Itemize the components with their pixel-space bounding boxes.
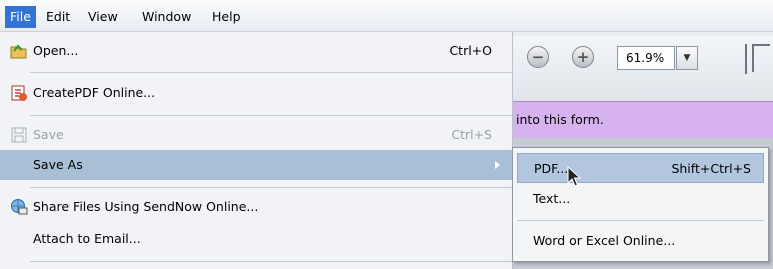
page-fit-icon[interactable]: [752, 44, 770, 72]
menu-item-attach-email-label: Attach to Email...: [33, 231, 141, 246]
menu-item-open-label: Open...: [33, 43, 79, 58]
save-as-submenu: PDF... Shift+Ctrl+S Text... Word or Exce…: [512, 147, 769, 262]
toolbar-divider: [745, 44, 747, 74]
menu-item-share[interactable]: Share Files Using SendNow Online...: [0, 192, 512, 222]
menu-item-save: Save Ctrl+S: [0, 120, 512, 150]
zoom-out-button[interactable]: −: [527, 46, 549, 68]
menu-item-create-pdf[interactable]: CreatePDF Online...: [0, 78, 512, 108]
submenu-item-pdf[interactable]: PDF... Shift+Ctrl+S: [517, 153, 764, 183]
submenu-item-pdf-label: PDF...: [534, 161, 569, 176]
form-notice-bar: into this form.: [505, 101, 773, 138]
menu-item-create-pdf-label: CreatePDF Online...: [33, 85, 156, 100]
menu-divider: [30, 115, 512, 116]
menu-item-attach-email[interactable]: Attach to Email...: [0, 224, 512, 254]
mouse-cursor-icon: [567, 166, 582, 187]
menu-item-open-shortcut: Ctrl+O: [449, 43, 492, 58]
submenu-item-word-excel-label: Word or Excel Online...: [533, 233, 676, 248]
submenu-item-pdf-shortcut: Shift+Ctrl+S: [671, 161, 751, 176]
menu-file[interactable]: File: [5, 6, 36, 28]
zoom-in-button[interactable]: +: [572, 46, 594, 68]
menu-view[interactable]: View: [83, 8, 123, 26]
menu-divider: [30, 187, 512, 188]
zoom-dropdown-button[interactable]: ▼: [676, 46, 698, 70]
share-globe-icon: [10, 198, 28, 216]
menu-item-save-shortcut: Ctrl+S: [451, 127, 492, 142]
zoom-input[interactable]: 61.9%: [617, 46, 675, 70]
submenu-item-word-excel[interactable]: Word or Excel Online...: [517, 226, 764, 256]
menu-edit[interactable]: Edit: [41, 8, 75, 26]
menu-item-save-label: Save: [33, 127, 64, 142]
submenu-item-text[interactable]: Text...: [517, 184, 764, 214]
create-pdf-icon: [10, 84, 28, 102]
submenu-arrow-icon: [495, 161, 500, 169]
menu-window[interactable]: Window: [137, 8, 196, 26]
menu-bar: File Edit View Window Help: [0, 0, 773, 32]
menu-item-save-as[interactable]: Save As: [0, 150, 512, 180]
submenu-item-text-label: Text...: [533, 191, 571, 206]
menu-help[interactable]: Help: [207, 8, 246, 26]
menu-item-share-label: Share Files Using SendNow Online...: [33, 199, 259, 214]
save-disk-icon: [10, 126, 28, 144]
open-folder-icon: [10, 42, 28, 60]
menu-divider: [30, 261, 512, 262]
file-menu: Open... Ctrl+O CreatePDF Online... Save …: [0, 32, 513, 269]
menu-item-save-as-label: Save As: [33, 157, 83, 172]
menu-item-open[interactable]: Open... Ctrl+O: [0, 36, 512, 66]
form-notice-text: into this form.: [516, 112, 604, 127]
submenu-divider: [517, 220, 764, 221]
menu-divider: [30, 72, 512, 73]
